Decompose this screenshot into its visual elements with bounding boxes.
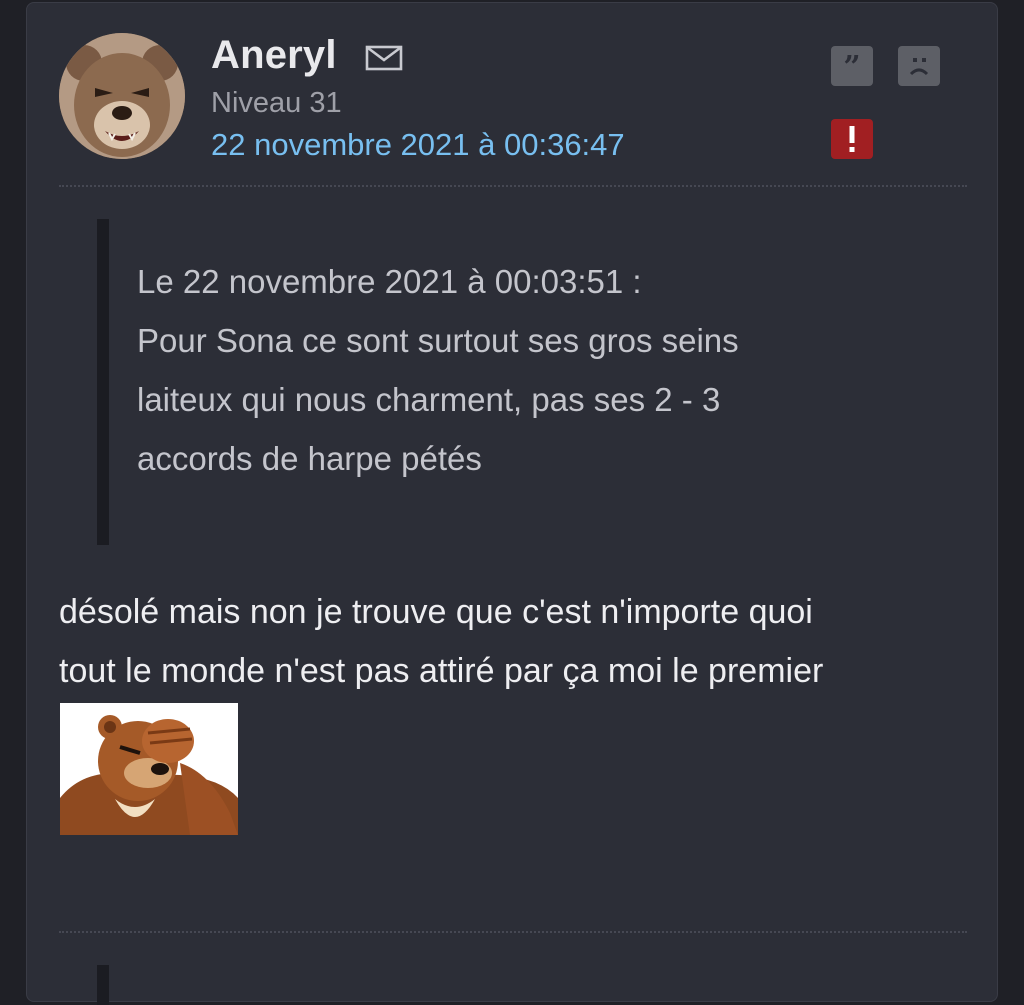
facepalm-bear-sticker[interactable] bbox=[60, 703, 238, 835]
sad-face-icon bbox=[909, 58, 929, 76]
user-level: Niveau 31 bbox=[211, 87, 342, 119]
sad-face-button[interactable] bbox=[898, 46, 940, 86]
quote-button[interactable]: ” bbox=[831, 46, 873, 86]
quote-icon: ” bbox=[843, 50, 860, 85]
next-post-quote-bar bbox=[97, 965, 109, 1005]
footer-divider bbox=[59, 931, 967, 933]
quote-bar bbox=[97, 219, 109, 545]
post-author-name[interactable]: Aneryl bbox=[211, 33, 337, 78]
user-avatar[interactable] bbox=[59, 33, 185, 159]
quote-line: Pour Sona ce sont surtout ses gros seins bbox=[137, 322, 739, 359]
svg-text:”: ” bbox=[843, 50, 860, 85]
bear-avatar-image bbox=[59, 33, 185, 159]
post-body-line: tout le monde n'est pas attiré par ça mo… bbox=[59, 652, 824, 690]
report-button[interactable] bbox=[831, 119, 873, 159]
header-divider bbox=[59, 185, 967, 187]
forum-post-card: Aneryl Niveau 31 22 novembre 2021 à 00:3… bbox=[26, 2, 998, 1005]
quote-header: Le 22 novembre 2021 à 00:03:51 : bbox=[137, 263, 642, 300]
post-body-line: désolé mais non je trouve que c'est n'im… bbox=[59, 593, 813, 631]
quote-text: Le 22 novembre 2021 à 00:03:51 : Pour So… bbox=[137, 252, 937, 488]
quoted-message: Le 22 novembre 2021 à 00:03:51 : Pour So… bbox=[97, 219, 937, 545]
post-body: désolé mais non je trouve que c'est n'im… bbox=[59, 583, 979, 701]
quote-line: accords de harpe pétés bbox=[137, 440, 482, 477]
quote-line: laiteux qui nous charment, pas ses 2 - 3 bbox=[137, 381, 721, 418]
post-date-link[interactable]: 22 novembre 2021 à 00:36:47 bbox=[211, 127, 625, 163]
exclamation-icon bbox=[849, 126, 855, 152]
mail-icon[interactable] bbox=[365, 43, 403, 73]
facepalm-bear-image bbox=[60, 703, 238, 835]
